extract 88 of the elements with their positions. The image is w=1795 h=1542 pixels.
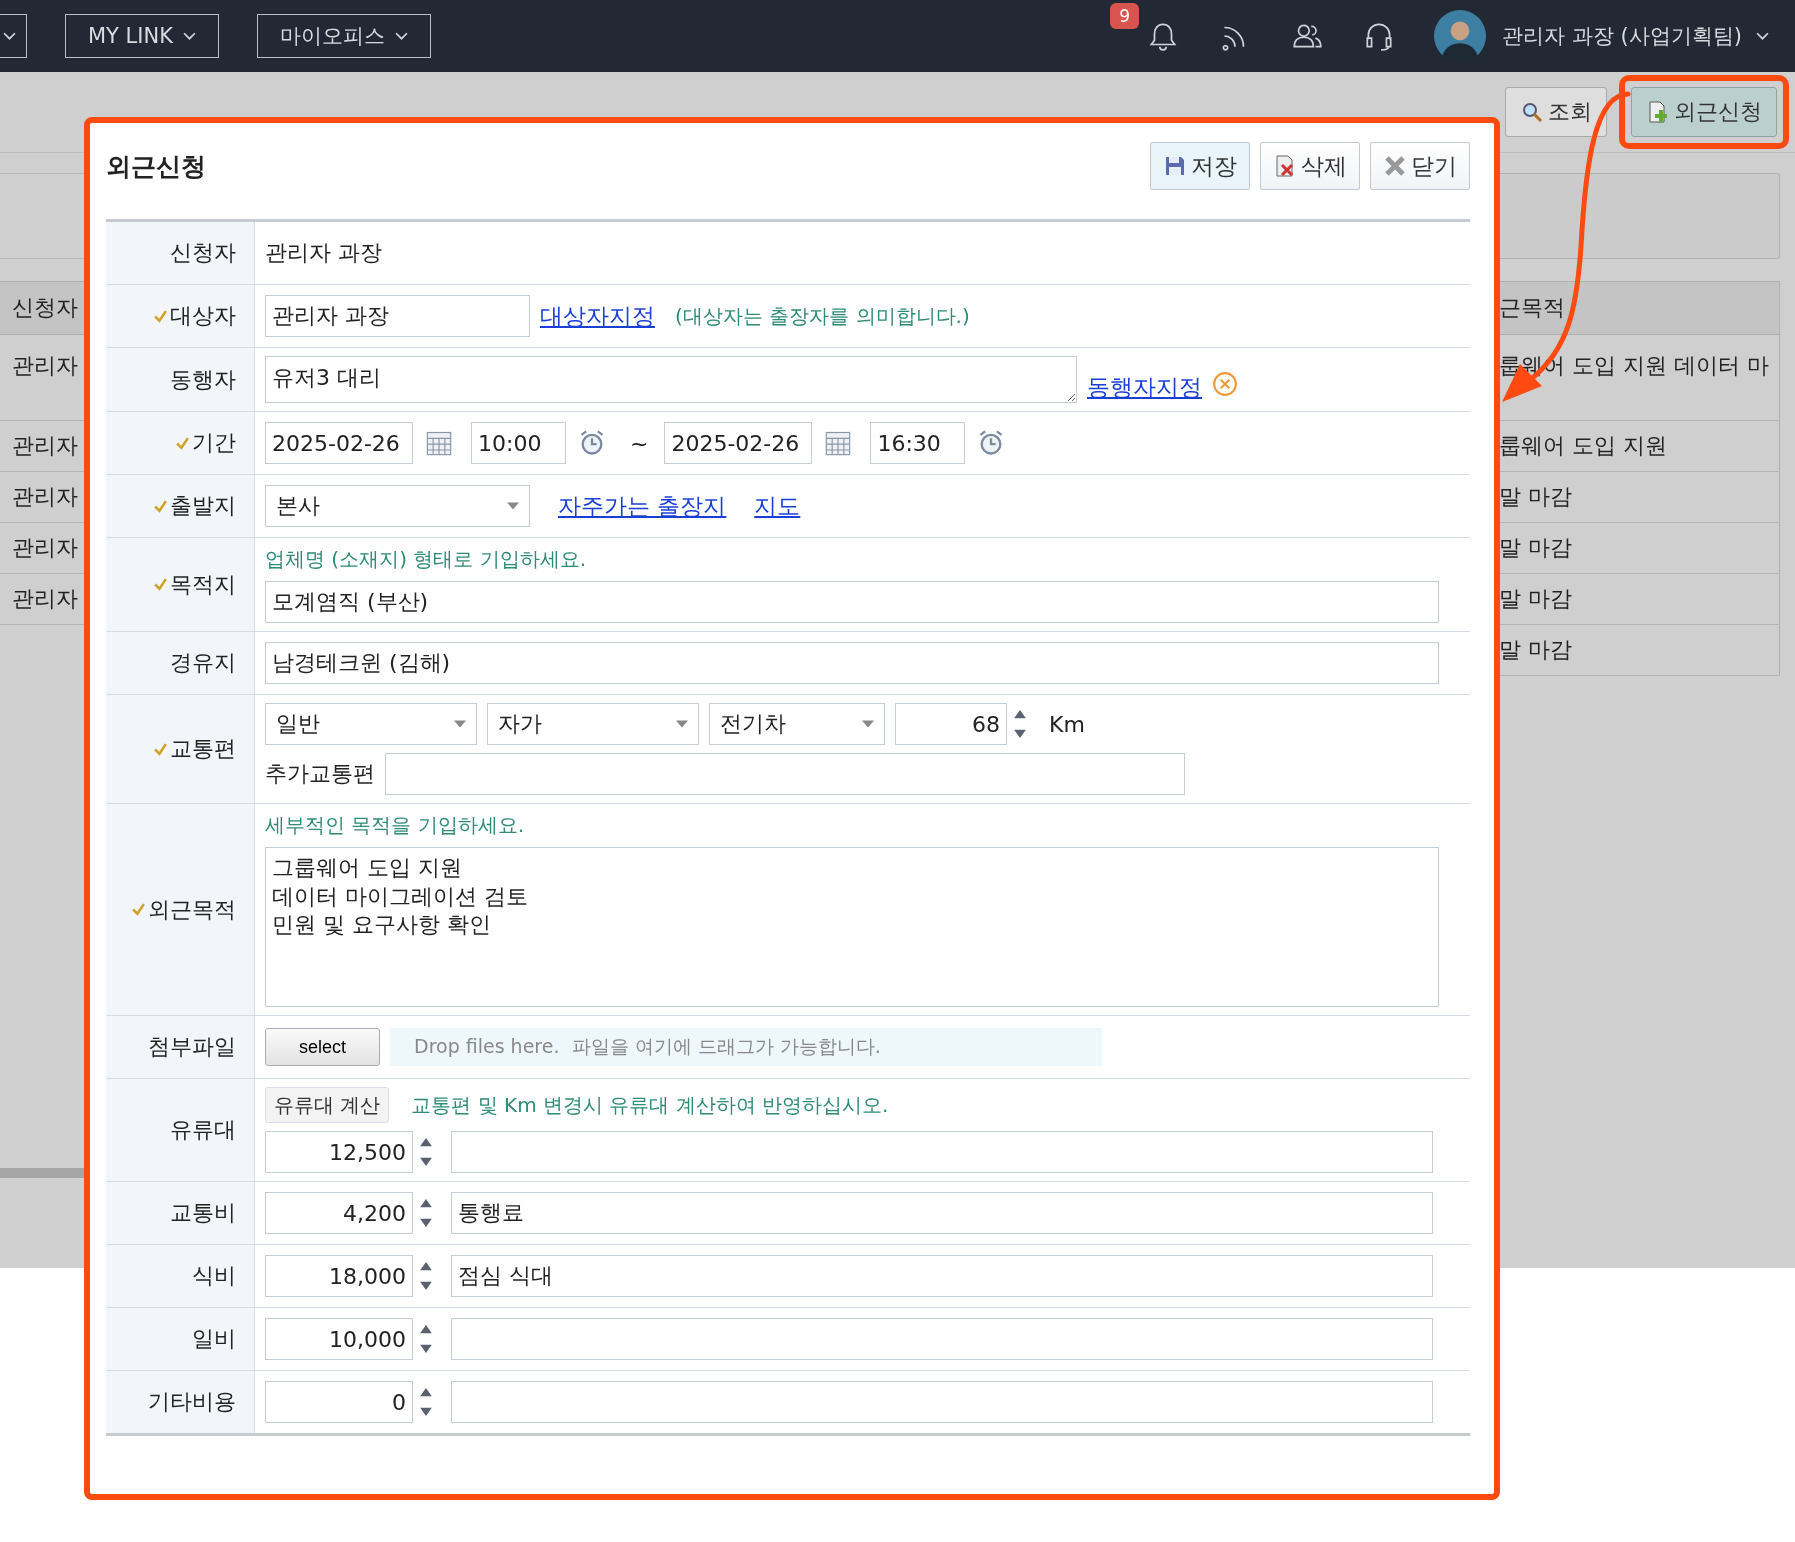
- select-button[interactable]: select: [265, 1028, 380, 1066]
- field-label: 일비: [192, 1325, 236, 1353]
- hint-text: 교통편 및 Km 변경시 유류대 계산하여 반영하십시오.: [411, 1091, 889, 1119]
- field-value: 관리자 과장: [265, 239, 382, 267]
- unit-label: Km: [1049, 711, 1085, 737]
- hint-text: 세부적인 목적을 기입하세요.: [265, 812, 526, 839]
- text-input[interactable]: 관리자 과장: [265, 295, 530, 337]
- dropdown-arrow-icon: [676, 720, 688, 728]
- field-label: 첨부파일: [148, 1033, 236, 1061]
- menu-button[interactable]: 마이오피스: [257, 14, 431, 58]
- required-check-icon: [153, 498, 168, 514]
- text-input[interactable]: 점심 식대: [451, 1255, 1433, 1297]
- toolbar-button[interactable]: 조회: [1505, 87, 1607, 137]
- add-document-icon: [1646, 100, 1670, 124]
- number-input[interactable]: 68: [895, 703, 1007, 745]
- number-input[interactable]: 10,000: [265, 1318, 413, 1360]
- field-label: 동행자: [170, 365, 236, 394]
- text-input[interactable]: 남경테크윈 (김해): [265, 642, 1439, 684]
- caret-icon: [395, 31, 408, 41]
- delete-button[interactable]: 삭제: [1260, 142, 1360, 190]
- number-input[interactable]: 12,500: [265, 1131, 413, 1173]
- column-header: 신청자: [0, 281, 84, 335]
- close-button[interactable]: 닫기: [1370, 142, 1470, 190]
- calendar-icon[interactable]: [425, 429, 453, 457]
- field-label: 대상자: [170, 302, 236, 330]
- dropdown[interactable]: 자가: [487, 703, 699, 745]
- field-label: 출발지: [170, 492, 236, 520]
- dropdown[interactable]: 일반: [265, 703, 477, 745]
- link[interactable]: 자주가는 출장지: [558, 490, 727, 522]
- dropdown[interactable]: 본사: [265, 485, 530, 527]
- avatar[interactable]: [1434, 10, 1487, 62]
- search-icon: [1520, 100, 1544, 124]
- field-label: 교통편: [170, 735, 236, 763]
- link[interactable]: 지도: [754, 490, 801, 522]
- clock-icon[interactable]: [578, 429, 606, 457]
- number-input[interactable]: 0: [265, 1381, 413, 1423]
- menu-button[interactable]: MY LINK: [65, 14, 219, 58]
- text-input[interactable]: [451, 1131, 1433, 1173]
- calendar-icon[interactable]: [824, 429, 853, 457]
- toolbar-button[interactable]: 외근신청: [1631, 87, 1777, 137]
- link[interactable]: 동행자지정: [1087, 372, 1202, 403]
- caret-icon: [183, 31, 196, 41]
- user-menu[interactable]: 관리자 과장 (사업기획팀): [1496, 21, 1775, 51]
- dropdown[interactable]: 전기차: [709, 703, 885, 745]
- required-check-icon: [153, 577, 168, 592]
- required-check-icon: [175, 435, 190, 451]
- dropdown-arrow-icon: [507, 502, 519, 510]
- save-button[interactable]: 저장: [1150, 142, 1250, 190]
- caret-icon: [3, 31, 16, 41]
- notification-badge: 9: [1110, 3, 1140, 29]
- field-label: 식비: [192, 1262, 236, 1290]
- required-check-icon: [153, 741, 168, 757]
- number-input[interactable]: 4,200: [265, 1192, 413, 1234]
- text-input[interactable]: 통행료: [451, 1192, 1433, 1234]
- calculate-button[interactable]: 유류대 계산: [265, 1087, 390, 1123]
- field-label: 목적지: [170, 570, 236, 599]
- field-label: 추가교통편: [265, 760, 375, 788]
- dropdown-arrow-icon: [454, 720, 466, 728]
- text-input[interactable]: [385, 753, 1185, 795]
- date-input[interactable]: 2025-02-26: [265, 422, 413, 464]
- required-check-icon: [153, 308, 168, 324]
- range-separator: ~: [630, 430, 649, 456]
- text-area[interactable]: 그룹웨어 도입 지원 데이터 마이그레이션 검토 민원 및 요구사항 확인: [265, 847, 1439, 1007]
- text-input[interactable]: [451, 1318, 1433, 1360]
- scrollbar[interactable]: [0, 1168, 84, 1178]
- time-input[interactable]: 16:30: [870, 422, 966, 464]
- dialog-title: 외근신청: [106, 150, 206, 183]
- column-header: 근목적: [1499, 281, 1779, 335]
- link[interactable]: 대상자지정: [540, 300, 655, 332]
- caret-icon: [1756, 31, 1769, 41]
- date-input[interactable]: 2025-02-26: [664, 422, 813, 464]
- field-label: 유류대: [170, 1116, 236, 1144]
- text-input[interactable]: [451, 1381, 1433, 1423]
- close-icon: [1383, 154, 1407, 178]
- field-label: 신청자: [170, 239, 236, 267]
- time-input[interactable]: 10:00: [471, 422, 566, 464]
- field-label: 경유지: [170, 649, 236, 677]
- text-input[interactable]: 모계염직 (부산): [265, 581, 1439, 623]
- required-check-icon: [131, 902, 146, 917]
- field-label: 외근목적: [148, 895, 236, 924]
- note-text: (대상자는 출장자를 의미합니다.): [675, 302, 970, 330]
- text-area[interactable]: 유저3 대리: [265, 356, 1077, 403]
- number-input[interactable]: 18,000: [265, 1255, 413, 1297]
- field-label: 교통비: [170, 1199, 236, 1227]
- field-label: 기간: [192, 429, 236, 457]
- dropdown-arrow-icon: [862, 720, 874, 728]
- hint-text: 업체명 (소재지) 형태로 기입하세요.: [265, 546, 588, 573]
- field-label: 기타비용: [148, 1388, 236, 1416]
